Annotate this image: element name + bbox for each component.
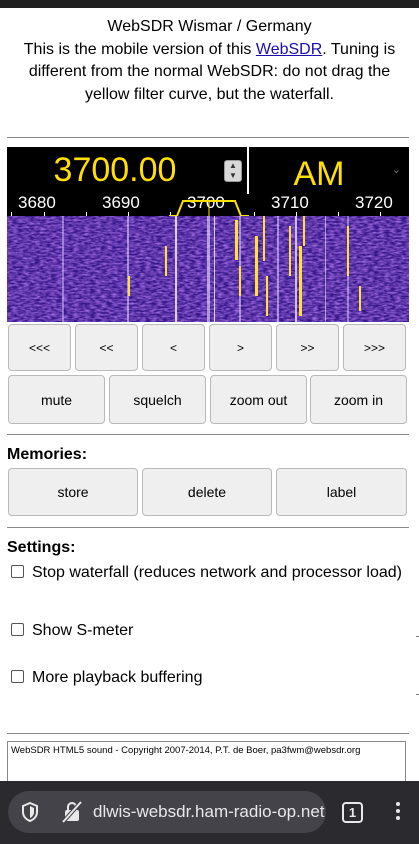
show-smeter-label: Show S-meter bbox=[32, 622, 134, 639]
scale-label: 3720 bbox=[355, 194, 393, 212]
waterfall[interactable] bbox=[7, 216, 409, 322]
more-options-icon[interactable] bbox=[394, 802, 402, 823]
label-memory-button[interactable]: label bbox=[276, 468, 407, 516]
divider bbox=[7, 137, 409, 138]
url-text[interactable]: dlwis-websdr.ham-radio-op.net:8 bbox=[93, 791, 326, 833]
scale-label: 3690 bbox=[102, 194, 140, 212]
filter-curve-icon bbox=[169, 200, 249, 216]
divider bbox=[7, 733, 409, 734]
shield-icon[interactable] bbox=[22, 802, 38, 822]
more-buffering-checkbox[interactable] bbox=[11, 670, 24, 683]
tune-down-medium-button[interactable]: << bbox=[75, 324, 138, 371]
spin-down-icon[interactable]: ▼ bbox=[225, 171, 241, 181]
mute-button[interactable]: mute bbox=[8, 375, 105, 424]
show-smeter-checkbox[interactable] bbox=[11, 623, 24, 636]
mode-value[interactable]: AM bbox=[249, 147, 389, 194]
frequency-scale[interactable]: 3680 3690 3700 3710 3720 bbox=[7, 194, 409, 216]
address-bar[interactable]: dlwis-websdr.ham-radio-op.net:8 bbox=[8, 791, 326, 833]
copyright-text: WebSDR HTML5 sound - Copyright 2007-2014… bbox=[11, 745, 361, 756]
delete-memory-button[interactable]: delete bbox=[142, 468, 272, 516]
stop-waterfall-checkbox[interactable] bbox=[11, 565, 24, 578]
not-secure-lock-icon[interactable] bbox=[62, 801, 82, 823]
zoom-in-button[interactable]: zoom in bbox=[310, 375, 407, 424]
stop-waterfall-setting[interactable]: Stop waterfall (reduces network and proc… bbox=[7, 562, 411, 583]
divider bbox=[7, 527, 409, 528]
zoom-out-button[interactable]: zoom out bbox=[210, 375, 307, 424]
waterfall-spectrum bbox=[7, 216, 409, 322]
stop-waterfall-label: Stop waterfall (reduces network and proc… bbox=[32, 564, 402, 581]
mode-select[interactable]: AM ⌄ bbox=[249, 147, 409, 194]
copyright-footer: WebSDR HTML5 sound - Copyright 2007-2014… bbox=[7, 741, 406, 785]
tune-down-small-button[interactable]: < bbox=[142, 324, 205, 371]
websdr-link[interactable]: WebSDR bbox=[256, 41, 322, 58]
browser-toolbar: dlwis-websdr.ham-radio-op.net:8 1 bbox=[0, 781, 419, 844]
show-smeter-setting[interactable]: Show S-meter bbox=[7, 620, 411, 641]
frequency-spinner[interactable]: ▲ ▼ bbox=[224, 160, 242, 182]
frequency-display[interactable]: 3700.00 ▲ ▼ bbox=[7, 147, 247, 194]
frequency-value[interactable]: 3700.00 bbox=[7, 147, 223, 194]
more-buffering-label: More playback buffering bbox=[32, 669, 203, 686]
chevron-down-icon: ⌄ bbox=[391, 164, 401, 176]
intro-text: WebSDR Wismar / Germany This is the mobi… bbox=[0, 16, 419, 106]
divider bbox=[7, 434, 409, 435]
memories-heading: Memories: bbox=[7, 446, 88, 463]
tune-up-medium-button[interactable]: >> bbox=[276, 324, 339, 371]
store-memory-button[interactable]: store bbox=[8, 468, 138, 516]
scale-label: 3710 bbox=[271, 194, 309, 212]
status-bar-strip bbox=[0, 0, 419, 8]
tune-up-large-button[interactable]: >>> bbox=[343, 324, 406, 371]
more-buffering-setting[interactable]: More playback buffering bbox=[7, 667, 411, 688]
scale-label: 3680 bbox=[18, 194, 56, 212]
intro-text-before-link: This is the mobile version of this bbox=[23, 40, 256, 58]
tab-count-button[interactable]: 1 bbox=[342, 802, 363, 823]
settings-heading: Settings: bbox=[7, 539, 76, 556]
squelch-button[interactable]: squelch bbox=[109, 375, 206, 424]
page-title: WebSDR Wismar / Germany bbox=[107, 18, 312, 35]
spin-up-icon[interactable]: ▲ bbox=[225, 161, 241, 171]
tune-down-large-button[interactable]: <<< bbox=[8, 324, 71, 371]
tune-up-small-button[interactable]: > bbox=[209, 324, 272, 371]
